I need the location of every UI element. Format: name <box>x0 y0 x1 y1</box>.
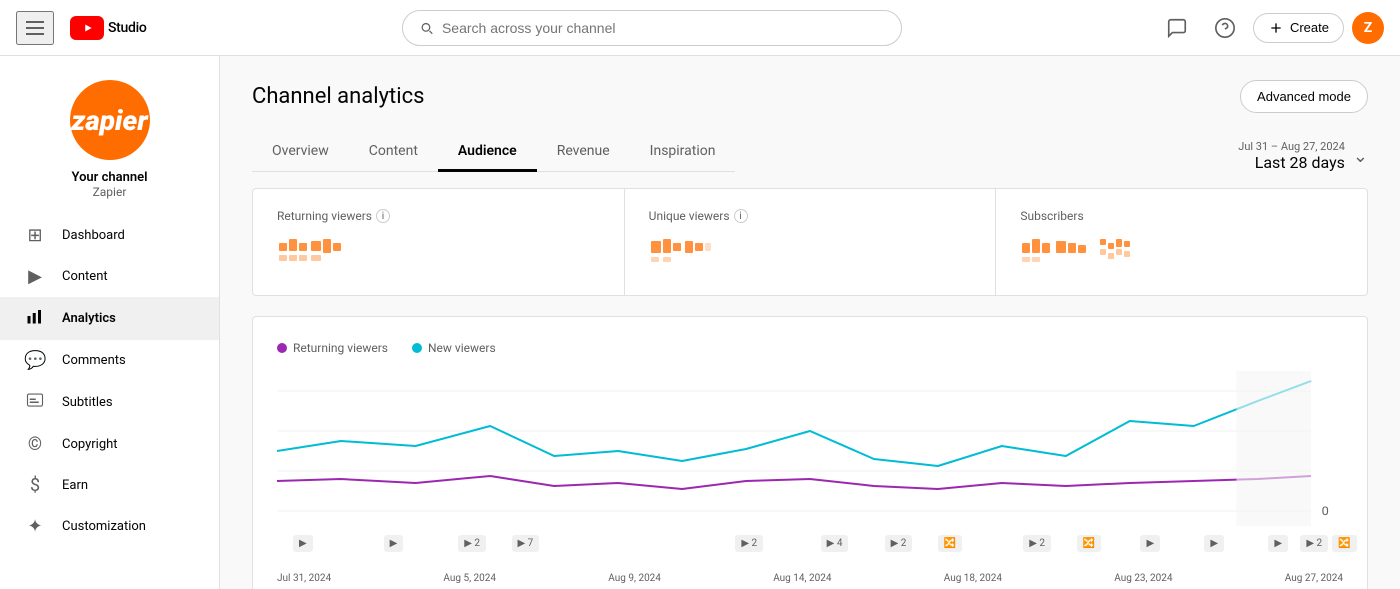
menu-button[interactable] <box>16 11 54 45</box>
sidebar-item-dashboard[interactable]: ⊞ Dashboard <box>0 215 219 256</box>
subtitles-icon <box>24 391 46 414</box>
sidebar-item-label: Analytics <box>62 311 116 326</box>
channel-avatar: zapier <box>70 80 150 160</box>
logo: Studio <box>70 16 147 40</box>
video-marker[interactable]: 🔀 <box>1332 535 1356 552</box>
search-input[interactable] <box>442 20 885 36</box>
line-chart: 0 <box>277 371 1343 531</box>
date-range-selector[interactable]: Jul 31 – Aug 27, 2024 Last 28 days ⌄ <box>1238 140 1368 172</box>
sidebar-item-label: Content <box>62 269 108 284</box>
comments-icon-button[interactable] <box>1157 8 1197 48</box>
tab-revenue[interactable]: Revenue <box>537 133 630 172</box>
main-content: Channel analytics Advanced mode Overview… <box>220 56 1400 589</box>
sidebar-item-content[interactable]: ▶ Content <box>0 256 219 297</box>
legend-new: New viewers <box>412 341 496 355</box>
video-marker[interactable]: ▶ 2 <box>458 535 486 552</box>
sidebar-item-earn[interactable]: $ Earn <box>0 465 219 506</box>
channel-name: Your channel <box>71 170 147 185</box>
video-marker[interactable]: ▶ <box>384 535 404 552</box>
dashboard-icon: ⊞ <box>24 225 46 246</box>
video-marker[interactable]: ▶ 2 <box>885 535 913 552</box>
chart-container: Returning viewers New viewers 0 <box>252 316 1368 589</box>
chart-area: 0 <box>277 371 1343 531</box>
metric-label: Returning viewers i <box>277 209 600 223</box>
sidebar-item-label: Comments <box>62 353 126 368</box>
help-icon-button[interactable] <box>1205 8 1245 48</box>
video-marker[interactable]: ▶ 2 <box>1023 535 1051 552</box>
top-navigation: Studio Create Z <box>0 0 1400 56</box>
tab-inspiration[interactable]: Inspiration <box>630 133 736 172</box>
metric-unique-viewers: Unique viewers i <box>625 189 997 295</box>
video-marker[interactable]: ▶ <box>1140 535 1160 552</box>
metric-value <box>277 235 600 275</box>
analytics-icon <box>24 307 46 330</box>
content-icon: ▶ <box>24 266 46 287</box>
metric-value <box>1020 235 1343 275</box>
video-marker[interactable]: ▶ 2 <box>1300 535 1328 552</box>
info-icon[interactable]: i <box>376 209 390 223</box>
sidebar-item-label: Subtitles <box>62 395 113 410</box>
chevron-down-icon: ⌄ <box>1353 146 1368 167</box>
metric-label: Subscribers <box>1020 209 1343 223</box>
sidebar-item-comments[interactable]: 💬 Comments <box>0 340 219 381</box>
sidebar-item-subtitles[interactable]: Subtitles <box>0 381 219 424</box>
svg-text:0: 0 <box>1322 504 1329 519</box>
tab-content[interactable]: Content <box>349 133 438 172</box>
video-marker[interactable]: ▶ <box>1204 535 1224 552</box>
video-marker[interactable]: 🔀 <box>938 535 962 552</box>
date-range-text: Jul 31 – Aug 27, 2024 <box>1238 140 1345 153</box>
sidebar-item-customization[interactable]: ✦ Customization <box>0 506 219 547</box>
info-icon[interactable]: i <box>734 209 748 223</box>
earn-icon: $ <box>24 475 46 496</box>
sidebar-item-copyright[interactable]: © Copyright <box>0 424 219 465</box>
tab-overview[interactable]: Overview <box>252 133 349 172</box>
sidebar-navigation: ⊞ Dashboard ▶ Content Analytics 💬 Commen… <box>0 215 219 547</box>
page-header: Channel analytics Advanced mode <box>252 80 1368 113</box>
returning-dot <box>277 343 287 353</box>
chart-legend: Returning viewers New viewers <box>277 333 1343 363</box>
new-dot <box>412 343 422 353</box>
sidebar: zapier Your channel Zapier ⊞ Dashboard ▶… <box>0 56 220 589</box>
advanced-mode-button[interactable]: Advanced mode <box>1240 80 1368 113</box>
comments-icon: 💬 <box>24 350 46 371</box>
studio-label: Studio <box>108 20 147 36</box>
avatar[interactable]: Z <box>1352 12 1384 44</box>
video-marker[interactable]: ▶ <box>293 535 313 552</box>
copyright-icon: © <box>24 434 46 455</box>
video-marker[interactable]: 🔀 <box>1077 535 1101 552</box>
metrics-row: Returning viewers i <box>252 188 1368 296</box>
video-marker[interactable]: ▶ 4 <box>821 535 849 552</box>
metric-value <box>649 235 972 275</box>
metric-subscribers: Subscribers <box>996 189 1367 295</box>
video-markers-row: ▶ ▶ ▶ 2 ▶ 7 ▶ 2 ▶ 4 ▶ 2 🔀 ▶ 2 🔀 ▶ ▶ ▶ ▶ … <box>277 535 1343 565</box>
metric-label: Unique viewers i <box>649 209 972 223</box>
video-marker[interactable]: ▶ <box>1268 535 1288 552</box>
create-button[interactable]: Create <box>1253 13 1344 43</box>
video-marker[interactable]: ▶ 7 <box>512 535 540 552</box>
page-title: Channel analytics <box>252 84 424 109</box>
search-icon <box>419 20 434 36</box>
sidebar-item-label: Copyright <box>62 437 118 452</box>
x-axis-labels: Jul 31, 2024 Aug 5, 2024 Aug 9, 2024 Aug… <box>277 569 1343 588</box>
analytics-tabs: Overview Content Audience Revenue Inspir… <box>252 133 735 172</box>
search-bar[interactable] <box>402 10 902 46</box>
channel-subtitle: Zapier <box>93 185 127 199</box>
date-period-label: Last 28 days <box>1238 153 1345 172</box>
sidebar-item-analytics[interactable]: Analytics <box>0 297 219 340</box>
legend-returning: Returning viewers <box>277 341 388 355</box>
customization-icon: ✦ <box>24 516 46 537</box>
tab-audience[interactable]: Audience <box>438 133 537 172</box>
sidebar-item-label: Customization <box>62 519 146 534</box>
sidebar-item-label: Dashboard <box>62 228 125 243</box>
video-marker[interactable]: ▶ 2 <box>735 535 763 552</box>
metric-returning-viewers: Returning viewers i <box>253 189 625 295</box>
sidebar-item-label: Earn <box>62 478 88 493</box>
